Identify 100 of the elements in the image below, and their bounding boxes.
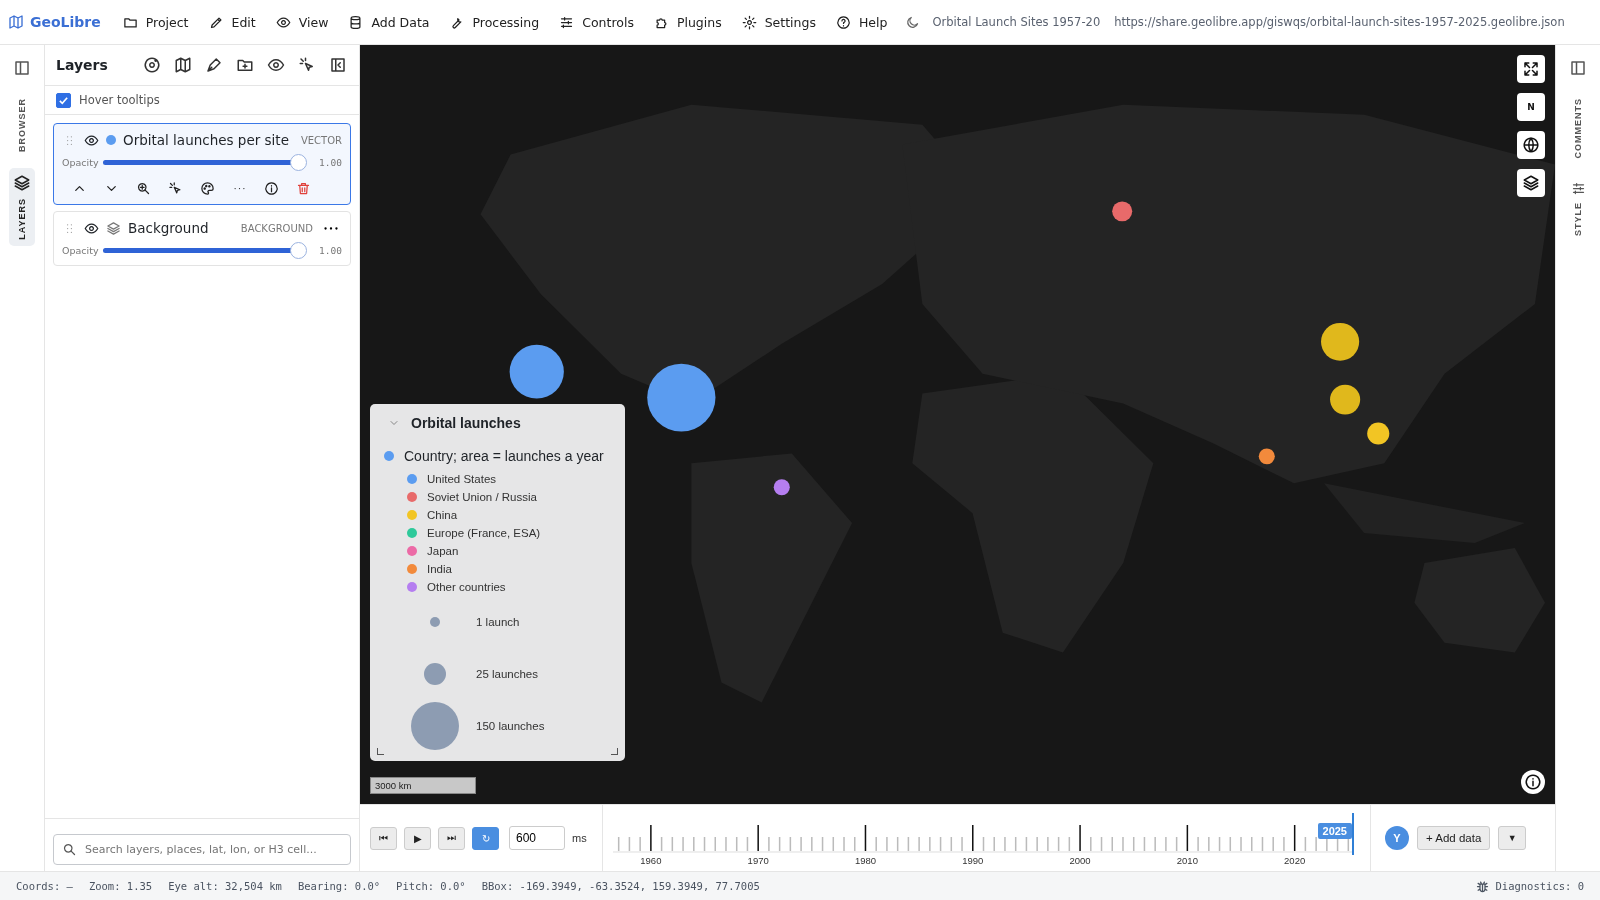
current-year-badge: 2025 <box>1317 823 1352 839</box>
eye-icon <box>275 14 291 30</box>
palette-icon[interactable] <box>200 181 215 196</box>
year-label: 1970 <box>747 855 769 866</box>
globe-icon <box>1522 136 1540 154</box>
opacity-label: Opacity <box>62 245 99 256</box>
rail-tab[interactable]: LAYERS <box>9 168 35 246</box>
eye-icon[interactable] <box>267 56 285 74</box>
dark-mode-icon[interactable] <box>905 14 921 30</box>
layer-card[interactable]: Background BACKGROUND Opacity 1.00 <box>53 211 351 266</box>
status-item: Coords: — <box>16 880 73 892</box>
panel-title: Layers <box>56 57 108 73</box>
map-icon[interactable] <box>174 56 192 74</box>
bug-icon <box>1475 878 1491 894</box>
search-field[interactable]: Search layers, places, lat, lon, or H3 cell... <box>53 834 351 865</box>
project-title: Orbital Launch Sites 1957-20 <box>932 15 1101 29</box>
unit-label: ms <box>572 832 587 844</box>
menu-item[interactable]: Help <box>827 8 896 36</box>
legend-field: Country; area = launches a year <box>404 448 604 464</box>
layers-icon <box>106 220 121 236</box>
year-label: 2000 <box>1069 855 1091 866</box>
zoom-in-icon[interactable] <box>136 181 151 196</box>
sliders-icon <box>559 14 575 30</box>
size-circle <box>411 702 459 750</box>
checkbox-label: Hover tooltips <box>79 93 160 107</box>
scale-bar: 3000 km <box>370 777 476 794</box>
layer-card[interactable]: Orbital launches per site VECTOR Opacity 1.00 <box>53 123 351 205</box>
pen-icon[interactable] <box>205 56 223 74</box>
status-item: BBox: -169.3949, -63.3524, 159.3949, 77.7005 <box>481 880 760 892</box>
delete-icon[interactable] <box>296 181 311 196</box>
menu-item[interactable]: Project <box>114 8 197 36</box>
app-name: GeoLibre <box>30 14 101 30</box>
opacity-slider[interactable] <box>102 242 306 259</box>
legend-label: Soviet Union / Russia <box>427 491 537 503</box>
size-circle <box>430 617 440 627</box>
pointer-icon[interactable] <box>298 56 316 74</box>
target-icon[interactable] <box>143 56 161 74</box>
legend-label: United States <box>427 473 497 485</box>
map-icon <box>8 14 24 30</box>
collapse-panel-icon[interactable] <box>329 56 347 74</box>
legend-label: India <box>427 563 452 575</box>
year-label: 1990 <box>962 855 984 866</box>
status-item: Bearing: 0.0° <box>297 880 381 892</box>
legend-label: China <box>427 509 458 521</box>
compass-button[interactable]: N <box>1517 93 1545 121</box>
opacity-slider[interactable] <box>102 154 306 171</box>
sliders-icon <box>1570 180 1586 196</box>
rail-tab[interactable]: STYLE <box>1566 174 1590 242</box>
playback-button[interactable]: ⏭ <box>438 826 465 850</box>
checkbox[interactable] <box>56 92 71 108</box>
menu-item[interactable]: Add Data <box>340 8 438 36</box>
menu-item[interactable]: Edit <box>200 8 264 36</box>
status-item: Zoom: 1.35 <box>88 880 153 892</box>
rail-tab[interactable]: COMMENTS <box>1569 92 1587 165</box>
layer-name: Orbital launches per site <box>123 132 290 148</box>
diagnostics-button[interactable]: Diagnostics: 0 <box>1475 878 1584 894</box>
info-icon <box>1524 773 1542 791</box>
menu-item[interactable]: View <box>267 8 337 36</box>
add-data-button[interactable]: + Add data <box>1417 826 1491 850</box>
info-icon[interactable] <box>264 181 279 196</box>
status-item: Eye alt: 32,504 km <box>168 880 282 892</box>
legend-title: Orbital launches <box>411 415 521 431</box>
sidebar-icon <box>1569 59 1587 77</box>
database-icon <box>348 14 364 30</box>
fullscreen-button[interactable] <box>1517 55 1545 83</box>
globe-button[interactable] <box>1517 131 1545 159</box>
visibility-icon[interactable] <box>84 132 99 148</box>
year-label: 2010 <box>1176 855 1198 866</box>
layer-type: BACKGROUND <box>240 222 313 234</box>
legend-label: 1 launch <box>476 616 520 628</box>
year-label: 1980 <box>854 855 877 866</box>
search-icon <box>62 842 77 857</box>
menu-item[interactable]: Controls <box>551 8 642 36</box>
year-label: 1960 <box>640 855 662 866</box>
layers-button[interactable] <box>1517 169 1545 197</box>
layer-name: Background <box>128 220 210 236</box>
dropdown-button[interactable]: ▼ <box>1498 826 1527 850</box>
pointer-icon[interactable] <box>168 181 183 196</box>
year-label: 2020 <box>1284 855 1306 866</box>
opacity-value: 1.00 <box>319 245 342 256</box>
menu-item[interactable]: Processing <box>441 8 548 36</box>
rail-tab[interactable]: BROWSER <box>13 92 31 158</box>
status-item: Pitch: 0.0° <box>396 880 466 892</box>
more-icon <box>324 225 338 231</box>
legend-label: Other countries <box>427 581 506 593</box>
menu-item[interactable]: Plugins <box>645 8 730 36</box>
legend-label: Europe (France, ESA) <box>427 527 541 539</box>
legend-label: Japan <box>427 545 459 557</box>
sidebar-icon <box>13 59 31 77</box>
opacity-label: Opacity <box>62 157 99 168</box>
visibility-icon[interactable] <box>84 220 99 236</box>
opacity-value: 1.00 <box>319 157 342 168</box>
app-logo-link[interactable]: GeoLibre <box>8 14 101 30</box>
legend-label: 150 launches <box>476 720 545 732</box>
menu-item[interactable]: Settings <box>733 8 824 36</box>
playback-button[interactable]: ⏮ <box>370 826 397 850</box>
project-url: https://share.geolibre.app/giswqs/orbital-launch-sites-1957-2025.geolibre.json <box>1114 15 1565 29</box>
help-icon <box>835 14 851 30</box>
interval-field[interactable]: 600 <box>509 826 565 850</box>
playback-button[interactable]: ▶ <box>404 826 431 850</box>
